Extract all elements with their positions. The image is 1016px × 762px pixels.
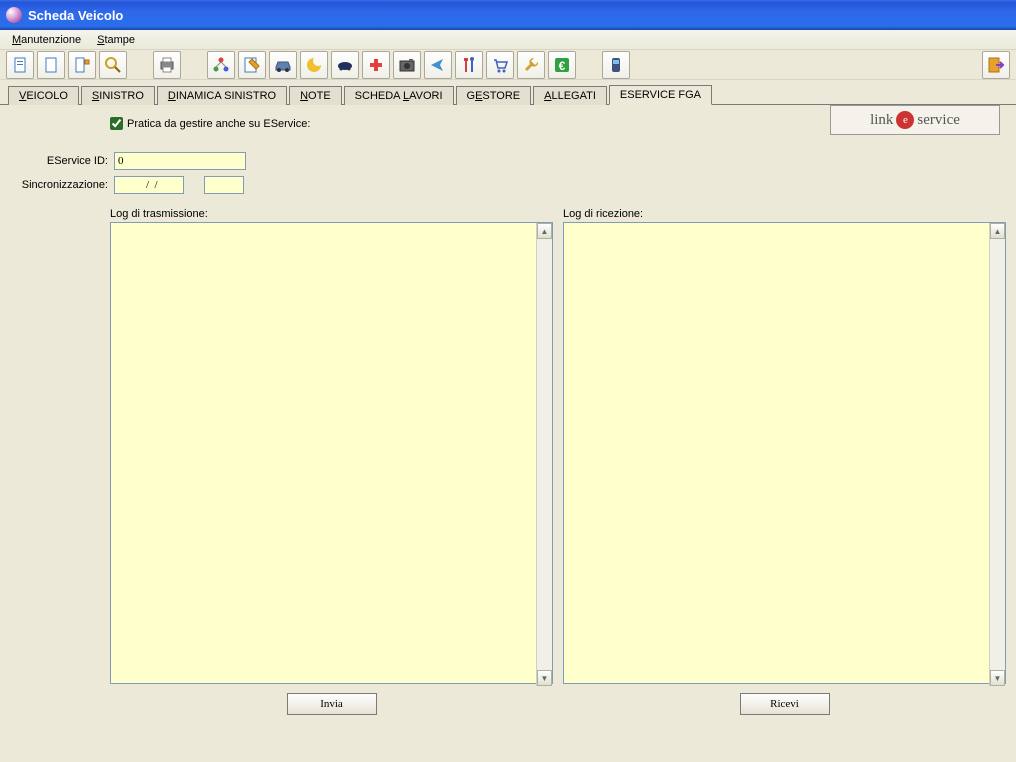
tb-phone-icon[interactable]	[602, 51, 630, 79]
scroll-down-icon[interactable]: ▼	[537, 670, 552, 686]
tb-moon-icon[interactable]	[300, 51, 328, 79]
tb-tree-icon[interactable]	[207, 51, 235, 79]
log-trasmissione-area[interactable]	[110, 222, 553, 684]
log-ricezione-area[interactable]	[563, 222, 1006, 684]
sincro-label: Sincronizzazione:	[10, 179, 114, 191]
tb-camera-icon[interactable]	[393, 51, 421, 79]
logo-e-icon: e	[896, 111, 914, 129]
link-eservice-logo: link e service	[830, 105, 1000, 135]
log-ricezione-label: Log di ricezione:	[563, 208, 1006, 220]
window-title: Scheda Veicolo	[28, 8, 123, 23]
tb-cart-icon[interactable]	[486, 51, 514, 79]
tb-car-icon[interactable]	[269, 51, 297, 79]
scrollbar[interactable]: ▲▼	[989, 223, 1005, 686]
invia-button[interactable]: Invia	[287, 693, 377, 715]
ricevi-button[interactable]: Ricevi	[740, 693, 830, 715]
menu-manutenzione[interactable]: Manutenzione	[4, 32, 89, 48]
menu-stampe[interactable]: Stampe	[89, 32, 143, 48]
pratica-checkbox[interactable]	[110, 117, 123, 130]
tb-print-icon[interactable]	[153, 51, 181, 79]
titlebar: Scheda Veicolo	[0, 0, 1016, 30]
tabstrip: VEICOLO SINISTRO DINAMICA SINISTRO NOTE …	[0, 80, 1016, 104]
tab-eservice[interactable]: ESERVICE FGA	[609, 85, 712, 105]
tb-tools-icon[interactable]	[455, 51, 483, 79]
eservice-id-input[interactable]	[114, 152, 246, 170]
scroll-up-icon[interactable]: ▲	[537, 223, 552, 239]
tb-exit-icon[interactable]	[982, 51, 1010, 79]
tb-send-icon[interactable]	[424, 51, 452, 79]
app-icon	[6, 7, 22, 23]
tb-edit-icon[interactable]	[238, 51, 266, 79]
tb-euro-icon[interactable]: €	[548, 51, 576, 79]
eservice-id-label: EService ID:	[10, 155, 114, 167]
tb-search-icon[interactable]	[99, 51, 127, 79]
pratica-label: Pratica da gestire anche su EService:	[127, 118, 310, 130]
tab-note[interactable]: NOTE	[289, 86, 342, 105]
sincro-date-input[interactable]	[114, 176, 184, 194]
tab-content: link e service Pratica da gestire anche …	[0, 104, 1016, 762]
tab-veicolo[interactable]: VEICOLO	[8, 86, 79, 105]
log-trasmissione-label: Log di trasmissione:	[110, 208, 553, 220]
tb-car2-icon[interactable]	[331, 51, 359, 79]
scroll-up-icon[interactable]: ▲	[990, 223, 1005, 239]
toolbar: €	[0, 50, 1016, 80]
tb-medical-icon[interactable]	[362, 51, 390, 79]
tab-scheda-lavori[interactable]: SCHEDA LAVORI	[344, 86, 454, 105]
scrollbar[interactable]: ▲▼	[536, 223, 552, 686]
tab-dinamica[interactable]: DINAMICA SINISTRO	[157, 86, 287, 105]
sincro-time-input[interactable]	[204, 176, 244, 194]
tb-wrench-icon[interactable]	[517, 51, 545, 79]
svg-text:€: €	[559, 59, 566, 73]
logs-container: Log di trasmissione: ▲▼ Invia Log di ric…	[110, 208, 1006, 715]
tab-gestore[interactable]: GESTORE	[456, 86, 532, 105]
scroll-down-icon[interactable]: ▼	[990, 670, 1005, 686]
tb-new-icon[interactable]	[6, 51, 34, 79]
tab-allegati[interactable]: ALLEGATI	[533, 86, 607, 105]
menubar: Manutenzione Stampe	[0, 30, 1016, 50]
tb-list-icon[interactable]	[68, 51, 96, 79]
tb-doc-icon[interactable]	[37, 51, 65, 79]
tab-sinistro[interactable]: SINISTRO	[81, 86, 155, 105]
